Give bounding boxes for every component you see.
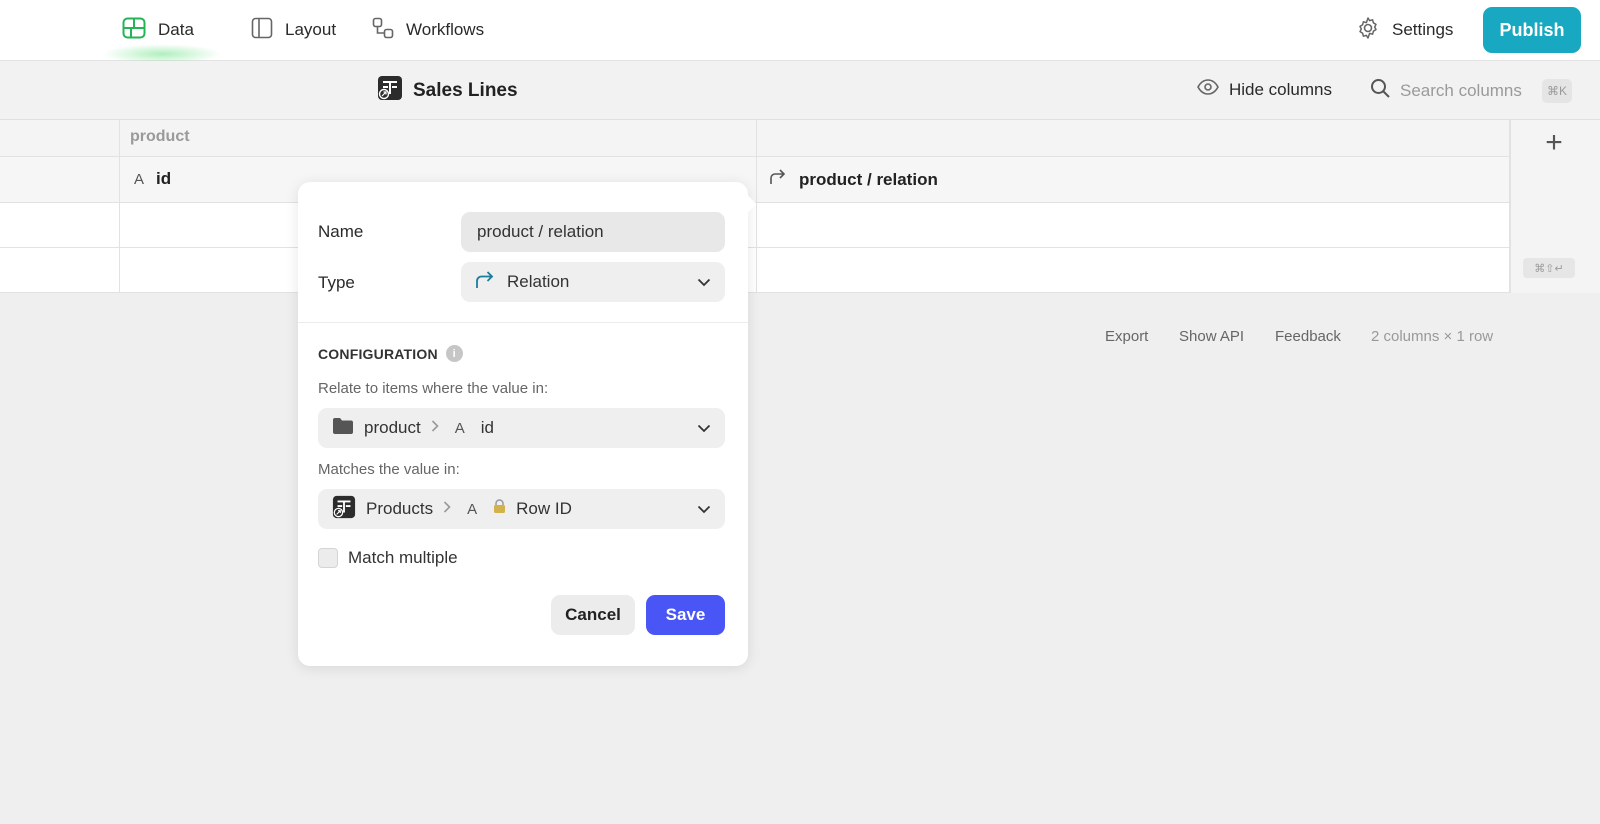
relate-source-table: product xyxy=(364,418,421,437)
table-icon xyxy=(377,75,403,107)
column-header-label: id xyxy=(156,169,172,188)
column-header-product-relation[interactable]: product / relation xyxy=(757,157,1510,203)
relate-source-select[interactable]: product A id xyxy=(318,408,725,448)
table-cell[interactable] xyxy=(757,203,1510,248)
column-type-value: Relation xyxy=(507,272,570,291)
search-placeholder: Search columns xyxy=(1400,80,1522,100)
folder-icon xyxy=(332,417,354,440)
column-header-label: product / relation xyxy=(799,169,938,189)
chevron-right-icon xyxy=(443,500,451,518)
add-column-area: + ⌘⇧↵ xyxy=(1510,120,1600,293)
table-title-text: Sales Lines xyxy=(413,80,518,101)
match-target-select[interactable]: Products A Row ID xyxy=(318,489,725,529)
grid-icon xyxy=(122,17,146,44)
table-title: Sales Lines xyxy=(377,75,518,107)
table-summary: 2 columns × 1 row xyxy=(1371,328,1494,345)
add-row-shortcut-badge: ⌘⇧↵ xyxy=(1523,258,1575,278)
gear-icon xyxy=(1356,16,1380,45)
nav-tab-layout[interactable]: Layout xyxy=(251,14,336,46)
relation-icon xyxy=(475,270,495,294)
search-columns-input[interactable]: Search columns xyxy=(1370,78,1522,103)
settings-button[interactable]: Settings xyxy=(1356,14,1453,46)
configuration-heading: CONFIGURATION i xyxy=(318,345,463,362)
match-target-table: Products xyxy=(366,499,434,518)
chevron-down-icon xyxy=(697,272,711,292)
chevron-down-icon xyxy=(697,499,711,519)
table-cell[interactable] xyxy=(757,248,1510,293)
row-number-cell xyxy=(0,203,120,248)
chevron-right-icon xyxy=(431,419,439,437)
nav-tab-data-label: Data xyxy=(158,20,194,39)
layout-icon xyxy=(251,17,273,44)
relate-source-column: id xyxy=(480,418,494,437)
settings-label: Settings xyxy=(1392,20,1454,39)
column-group-product[interactable]: product xyxy=(120,120,757,157)
configuration-heading-text: CONFIGURATION xyxy=(318,345,438,362)
column-config-popover: Name Type Relation CONFIGURATION i Relat… xyxy=(298,182,757,666)
table-toolbar: Sales Lines Hide columns Search columns … xyxy=(0,61,1600,120)
text-type-icon: A xyxy=(467,500,478,518)
name-label: Name xyxy=(318,222,364,241)
workflow-icon xyxy=(372,17,394,44)
hide-columns-button[interactable]: Hide columns xyxy=(1197,79,1332,100)
chevron-down-icon xyxy=(697,418,711,438)
column-header-content: product / relation xyxy=(769,169,938,190)
publish-button[interactable]: Publish xyxy=(1483,7,1581,53)
match-multiple-label: Match multiple xyxy=(348,548,458,567)
nav-tab-layout-label: Layout xyxy=(285,20,337,39)
matches-hint: Matches the value in: xyxy=(318,461,460,478)
export-link[interactable]: Export xyxy=(1105,328,1148,345)
nav-tab-workflows-label: Workflows xyxy=(406,20,485,39)
cancel-button[interactable]: Cancel xyxy=(551,595,635,635)
save-button[interactable]: Save xyxy=(646,595,725,635)
table-icon xyxy=(332,495,356,524)
column-name-input[interactable] xyxy=(461,212,725,252)
popover-divider xyxy=(298,322,748,323)
relate-hint: Relate to items where the value in: xyxy=(318,380,549,397)
eye-icon xyxy=(1197,79,1219,100)
feedback-link[interactable]: Feedback xyxy=(1275,328,1341,345)
row-number-cell xyxy=(0,248,120,293)
row-number-group-cell xyxy=(0,120,120,157)
relation-icon xyxy=(769,169,787,190)
text-type-icon: A xyxy=(134,170,145,188)
data-grid: product A id product / relation + ⌘⇧↵ xyxy=(0,120,1600,293)
search-icon xyxy=(1370,78,1390,103)
column-group-empty xyxy=(757,120,1510,157)
text-type-icon: A xyxy=(454,419,465,437)
hide-columns-label: Hide columns xyxy=(1229,79,1332,99)
row-number-header-cell xyxy=(0,157,120,203)
add-column-button[interactable]: + xyxy=(1539,128,1569,160)
lock-icon xyxy=(493,499,506,519)
top-nav: Data Layout Workflows Settings Publish xyxy=(0,0,1600,64)
column-group-label: product xyxy=(130,128,190,145)
match-multiple-row[interactable]: Match multiple xyxy=(318,548,458,568)
match-multiple-checkbox[interactable] xyxy=(318,548,338,568)
show-api-link[interactable]: Show API xyxy=(1179,328,1244,345)
info-icon[interactable]: i xyxy=(445,345,463,362)
column-type-select[interactable]: Relation xyxy=(461,262,725,302)
nav-tab-workflows[interactable]: Workflows xyxy=(372,14,484,46)
type-label: Type xyxy=(318,273,355,292)
nav-tab-data[interactable]: Data xyxy=(102,14,222,64)
search-shortcut-badge: ⌘K xyxy=(1542,79,1572,103)
column-header-content: A id xyxy=(134,169,171,189)
match-target-column: Row ID xyxy=(516,499,572,518)
